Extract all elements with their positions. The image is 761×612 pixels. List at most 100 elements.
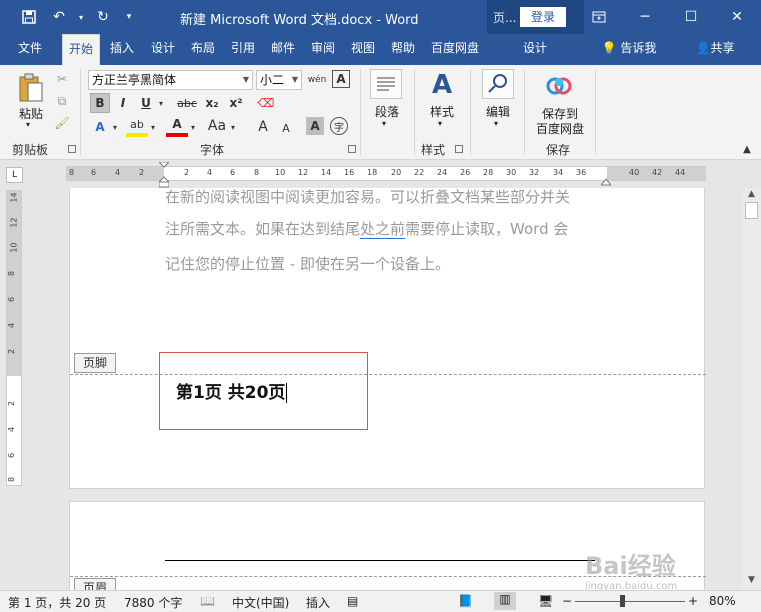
save-icon[interactable] bbox=[14, 0, 44, 34]
ruler-number: 16 bbox=[344, 168, 355, 177]
insert-mode-status[interactable]: 插入 bbox=[306, 594, 330, 611]
language-status[interactable]: 中文(中国) bbox=[232, 594, 289, 611]
ribbon-tabs: 文件 开始 插入 设计 布局 引用 邮件 审阅 视图 帮助 百度网盘 设计 💡 … bbox=[0, 34, 761, 65]
chevron-down-icon[interactable]: ▾ bbox=[188, 117, 198, 137]
tab-review[interactable]: 审阅 bbox=[305, 34, 341, 65]
collapse-ribbon-icon[interactable]: ▲ bbox=[740, 143, 754, 155]
redo-icon[interactable]: ↻ bbox=[88, 0, 118, 34]
underline-dropdown-icon[interactable]: ▾ bbox=[155, 93, 167, 113]
paste-dropdown-icon[interactable]: ▾ bbox=[26, 120, 30, 129]
tab-layout[interactable]: 布局 bbox=[185, 34, 221, 65]
cut-icon[interactable]: ✂ bbox=[54, 71, 70, 87]
chevron-down-icon[interactable]: ▾ bbox=[148, 117, 158, 137]
format-painter-icon[interactable]: 🖌 bbox=[54, 115, 70, 131]
web-layout-icon[interactable]: 🖥 bbox=[538, 594, 553, 608]
zoom-out-button[interactable]: − bbox=[562, 594, 572, 608]
read-mode-icon[interactable]: 📘 bbox=[458, 594, 473, 608]
undo-icon[interactable]: ↶ bbox=[44, 0, 74, 34]
vertical-ruler[interactable]: 14 12 10 8 6 4 2 2 4 6 8 bbox=[6, 190, 22, 486]
scroll-down-icon[interactable]: ▼ bbox=[745, 574, 758, 586]
chevron-down-icon[interactable]: ▾ bbox=[438, 119, 442, 128]
tab-help[interactable]: 帮助 bbox=[385, 34, 421, 65]
change-case-icon[interactable]: Aa bbox=[204, 115, 230, 137]
macro-record-icon[interactable]: ▤ bbox=[347, 594, 358, 608]
clipboard-launcher-icon[interactable] bbox=[68, 145, 76, 153]
bold-button[interactable]: B bbox=[90, 93, 110, 113]
baidu-netdisk-icon[interactable] bbox=[544, 71, 574, 101]
grammar-underline[interactable]: 处之前 bbox=[360, 220, 406, 239]
page-number-text[interactable]: 第1页 共20页 bbox=[176, 378, 288, 403]
superscript-button[interactable]: x² bbox=[226, 93, 246, 113]
print-layout-icon[interactable]: ▥ bbox=[494, 592, 516, 610]
font-name-combobox[interactable]: 方正兰亭黑简体 ▼ bbox=[88, 70, 253, 90]
underline-button[interactable]: U bbox=[137, 93, 155, 113]
zoom-level[interactable]: 80% bbox=[709, 594, 736, 608]
styles-launcher-icon[interactable] bbox=[455, 145, 463, 153]
proofing-icon[interactable]: 📖 bbox=[200, 594, 215, 608]
zoom-slider[interactable] bbox=[575, 601, 685, 602]
tab-design[interactable]: 设计 bbox=[145, 34, 181, 65]
tab-mailings[interactable]: 邮件 bbox=[265, 34, 301, 65]
document-area[interactable]: 在新的阅读视图中阅读更加容易。可以折叠文档某些部分并关 注所需文本。如果在达到结… bbox=[24, 188, 742, 590]
chevron-down-icon[interactable]: ▾ bbox=[494, 119, 498, 128]
ruler-number: 42 bbox=[652, 168, 663, 177]
shrink-font-icon[interactable]: A bbox=[278, 119, 294, 137]
copy-icon[interactable]: ⧉ bbox=[54, 93, 70, 109]
tab-header-footer-design[interactable]: 设计 bbox=[510, 34, 560, 65]
scroll-thumb[interactable] bbox=[745, 202, 758, 219]
font-color-icon[interactable]: A bbox=[166, 115, 188, 137]
styles-icon[interactable]: A bbox=[426, 69, 458, 101]
editing-label[interactable]: 编辑 bbox=[483, 103, 513, 120]
font-launcher-icon[interactable] bbox=[348, 145, 356, 153]
page-1[interactable]: 在新的阅读视图中阅读更加容易。可以折叠文档某些部分并关 注所需文本。如果在达到结… bbox=[69, 188, 706, 489]
highlight-icon[interactable]: ab bbox=[126, 115, 148, 137]
ruler-number: 2 bbox=[7, 400, 17, 407]
grow-font-icon[interactable]: A bbox=[254, 117, 272, 137]
chevron-down-icon[interactable]: ▾ bbox=[382, 119, 386, 128]
minimize-icon[interactable]: ─ bbox=[622, 0, 668, 34]
maximize-icon[interactable]: ☐ bbox=[668, 0, 714, 34]
char-border-icon[interactable]: A bbox=[332, 70, 350, 88]
tab-baidu-netdisk[interactable]: 百度网盘 bbox=[425, 34, 485, 65]
paste-icon[interactable] bbox=[16, 71, 46, 105]
subscript-button[interactable]: x₂ bbox=[202, 93, 222, 113]
customize-qa-icon[interactable]: ▾ bbox=[118, 0, 140, 34]
font-size-combobox[interactable]: 小二 ▼ bbox=[256, 70, 302, 90]
login-button[interactable]: 登录 bbox=[520, 7, 566, 27]
paragraph-label[interactable]: 段落 bbox=[371, 103, 403, 120]
indent-marker-icon[interactable] bbox=[157, 161, 171, 188]
text-effects-icon[interactable]: A bbox=[90, 117, 110, 137]
clear-formatting-icon[interactable]: ⌫ bbox=[256, 93, 276, 113]
phonetic-guide-icon[interactable]: wén bbox=[307, 70, 327, 90]
ribbon-display-options-icon[interactable] bbox=[576, 0, 622, 34]
page-number-field[interactable]: 第1页 共20页 bbox=[159, 352, 368, 430]
tell-me-search[interactable]: 💡 告诉我 bbox=[594, 34, 664, 65]
paragraph-icon[interactable] bbox=[370, 69, 402, 99]
chevron-down-icon[interactable]: ▾ bbox=[228, 117, 238, 137]
tab-selector[interactable]: L bbox=[6, 167, 23, 183]
tab-file[interactable]: 文件 bbox=[8, 34, 52, 65]
right-indent-marker-icon[interactable] bbox=[599, 175, 613, 186]
word-count-status[interactable]: 7880 个字 bbox=[124, 594, 182, 611]
zoom-in-button[interactable]: + bbox=[688, 594, 698, 608]
tab-view[interactable]: 视图 bbox=[345, 34, 381, 65]
char-shading-icon[interactable]: A bbox=[306, 117, 324, 135]
chevron-down-icon[interactable]: ▾ bbox=[110, 117, 120, 137]
tab-home[interactable]: 开始 bbox=[62, 34, 100, 65]
styles-label[interactable]: 样式 bbox=[428, 103, 456, 120]
close-icon[interactable]: ✕ bbox=[714, 0, 760, 34]
undo-dropdown-icon[interactable]: ▾ bbox=[74, 0, 88, 34]
tab-references[interactable]: 引用 bbox=[225, 34, 261, 65]
share-button[interactable]: 👤共享 bbox=[690, 34, 740, 65]
page-count-status[interactable]: 第 1 页，共 20 页 bbox=[8, 594, 106, 611]
vertical-scrollbar[interactable]: ▲ ▼ bbox=[742, 188, 761, 590]
save-to-label-2[interactable]: 百度网盘 bbox=[532, 120, 588, 137]
italic-button[interactable]: I bbox=[114, 93, 132, 113]
scroll-up-icon[interactable]: ▲ bbox=[745, 188, 758, 200]
header-tag: 页眉 bbox=[74, 578, 116, 590]
editing-icon[interactable] bbox=[482, 69, 514, 99]
tab-insert[interactable]: 插入 bbox=[104, 34, 140, 65]
zoom-slider-thumb[interactable] bbox=[620, 595, 625, 607]
enclose-chars-icon[interactable]: 字 bbox=[330, 117, 348, 135]
strikethrough-button[interactable]: abc bbox=[174, 93, 200, 113]
